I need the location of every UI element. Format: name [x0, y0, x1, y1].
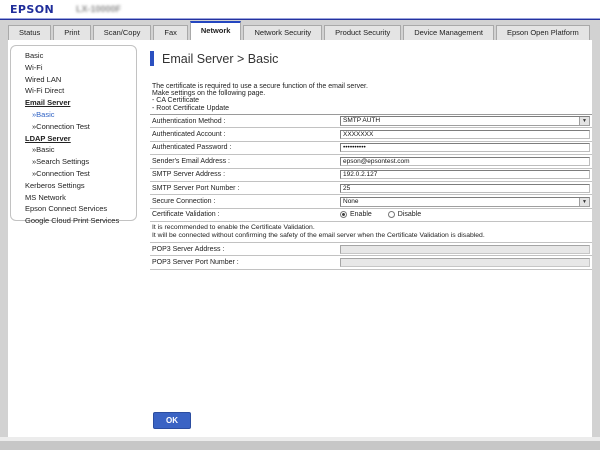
form-row-authenticated-account: Authenticated Account : — [150, 128, 592, 141]
sender-email-input[interactable] — [340, 157, 590, 166]
sidebar-subitem-ldap-connection-test[interactable]: »Connection Test — [11, 168, 136, 180]
form-row-smtp-address: SMTP Server Address : — [150, 169, 592, 182]
certificate-validation-enable-radio[interactable] — [340, 211, 347, 218]
page-title-block: Email Server > Basic — [150, 51, 278, 66]
description-line: The certificate is required to use a sec… — [152, 83, 368, 90]
form-row-secure-connection: Secure Connection : None ▼ — [150, 195, 592, 208]
pop3-server-address-input — [340, 245, 590, 254]
sidebar-subitem-email-connection-test[interactable]: »Connection Test — [11, 121, 136, 133]
form-row-authenticated-password: Authenticated Password : — [150, 142, 592, 155]
dropdown-arrow-icon[interactable]: ▼ — [579, 117, 589, 125]
tab-scan-copy[interactable]: Scan/Copy — [93, 25, 152, 40]
sidebar-item-epson-connect-services[interactable]: Epson Connect Services — [11, 203, 136, 215]
field-label: Authenticated Password : — [150, 144, 340, 151]
pop3-server-port-input — [340, 258, 590, 267]
field-label: Authentication Method : — [150, 118, 340, 125]
sidebar-section-email-server[interactable]: Email Server — [11, 97, 136, 109]
note-line: It will be connected without confirming … — [152, 232, 592, 239]
certificate-validation-note: It is recommended to enable the Certific… — [150, 222, 592, 243]
field-label: Authenticated Account : — [150, 131, 340, 138]
field-label: POP3 Server Port Number : — [150, 259, 340, 266]
radio-label-disable[interactable]: Disable — [398, 211, 421, 218]
authenticated-password-input[interactable] — [340, 143, 590, 152]
field-label: Secure Connection : — [150, 198, 340, 205]
authenticated-account-input[interactable] — [340, 130, 590, 139]
network-sidebar: Basic Wi-Fi Wired LAN Wi-Fi Direct Email… — [10, 45, 137, 221]
secure-connection-select[interactable]: None ▼ — [340, 197, 590, 207]
sidebar-item-wifi[interactable]: Wi-Fi — [11, 62, 136, 74]
field-label: Certificate Validation : — [150, 211, 340, 218]
description-line: - Root Certificate Update — [152, 105, 368, 112]
sidebar-subitem-ldap-basic[interactable]: »Basic — [11, 144, 136, 156]
field-label: Sender's Email Address : — [150, 158, 340, 165]
epson-logo: EPSON — [10, 3, 54, 16]
description-line: Make settings on the following page. — [152, 90, 368, 97]
sidebar-item-google-cloud-print-services[interactable]: Google Cloud Print Services — [11, 215, 136, 227]
radio-label-enable[interactable]: Enable — [350, 211, 372, 218]
sidebar-item-wifi-direct[interactable]: Wi-Fi Direct — [11, 85, 136, 97]
form-row-authentication-method: Authentication Method : SMTP AUTH ▼ — [150, 115, 592, 128]
tab-status[interactable]: Status — [8, 25, 51, 40]
sidebar-item-wired-lan[interactable]: Wired LAN — [11, 74, 136, 86]
form-row-pop3-address: POP3 Server Address : — [150, 243, 592, 256]
dropdown-arrow-icon[interactable]: ▼ — [579, 198, 589, 206]
authentication-method-select[interactable]: SMTP AUTH ▼ — [340, 116, 590, 126]
certificate-validation-disable-radio[interactable] — [388, 211, 395, 218]
tab-epson-open-platform[interactable]: Epson Open Platform — [496, 25, 590, 40]
field-label: POP3 Server Address : — [150, 246, 340, 253]
description-line: - CA Certificate — [152, 97, 368, 104]
email-server-form: Authentication Method : SMTP AUTH ▼ Auth… — [150, 114, 592, 270]
tab-network[interactable]: Network — [190, 21, 242, 40]
sidebar-item-ms-network[interactable]: MS Network — [11, 192, 136, 204]
header-divider — [0, 18, 600, 20]
form-row-pop3-port: POP3 Server Port Number : — [150, 256, 592, 269]
main-tab-bar: Status Print Scan/Copy Fax Network Netwo… — [8, 21, 592, 40]
content-panel: Basic Wi-Fi Wired LAN Wi-Fi Direct Email… — [8, 40, 592, 437]
form-row-certificate-validation: Certificate Validation : Enable Disable — [150, 209, 592, 222]
smtp-server-address-input[interactable] — [340, 170, 590, 179]
secure-connection-value: None — [341, 198, 579, 206]
tab-network-security[interactable]: Network Security — [243, 25, 322, 40]
field-label: SMTP Server Address : — [150, 171, 340, 178]
tab-product-security[interactable]: Product Security — [324, 25, 401, 40]
ok-button[interactable]: OK — [153, 412, 191, 429]
printer-model-name: LX-10000F — [76, 4, 121, 14]
page-title: Email Server > Basic — [162, 52, 278, 66]
field-label: SMTP Server Port Number : — [150, 185, 340, 192]
tab-print[interactable]: Print — [53, 25, 90, 40]
authentication-method-value: SMTP AUTH — [341, 117, 579, 125]
note-line: It is recommended to enable the Certific… — [152, 224, 592, 231]
title-accent-bar — [150, 51, 154, 66]
tab-fax[interactable]: Fax — [153, 25, 188, 40]
sidebar-subitem-email-basic[interactable]: »Basic — [11, 109, 136, 121]
settings-pane: Email Server > Basic The certificate is … — [150, 45, 592, 435]
sidebar-section-ldap-server[interactable]: LDAP Server — [11, 133, 136, 145]
sidebar-item-kerberos-settings[interactable]: Kerberos Settings — [11, 180, 136, 192]
tab-device-management[interactable]: Device Management — [403, 25, 494, 40]
form-row-sender-email: Sender's Email Address : — [150, 155, 592, 168]
page-description: The certificate is required to use a sec… — [152, 83, 368, 112]
footer-dark-strip — [0, 441, 600, 450]
form-row-smtp-port: SMTP Server Port Number : — [150, 182, 592, 195]
smtp-server-port-input[interactable] — [340, 184, 590, 193]
sidebar-subitem-ldap-search-settings[interactable]: »Search Settings — [11, 156, 136, 168]
app-header: EPSON LX-10000F — [0, 0, 600, 18]
sidebar-item-basic[interactable]: Basic — [11, 50, 136, 62]
